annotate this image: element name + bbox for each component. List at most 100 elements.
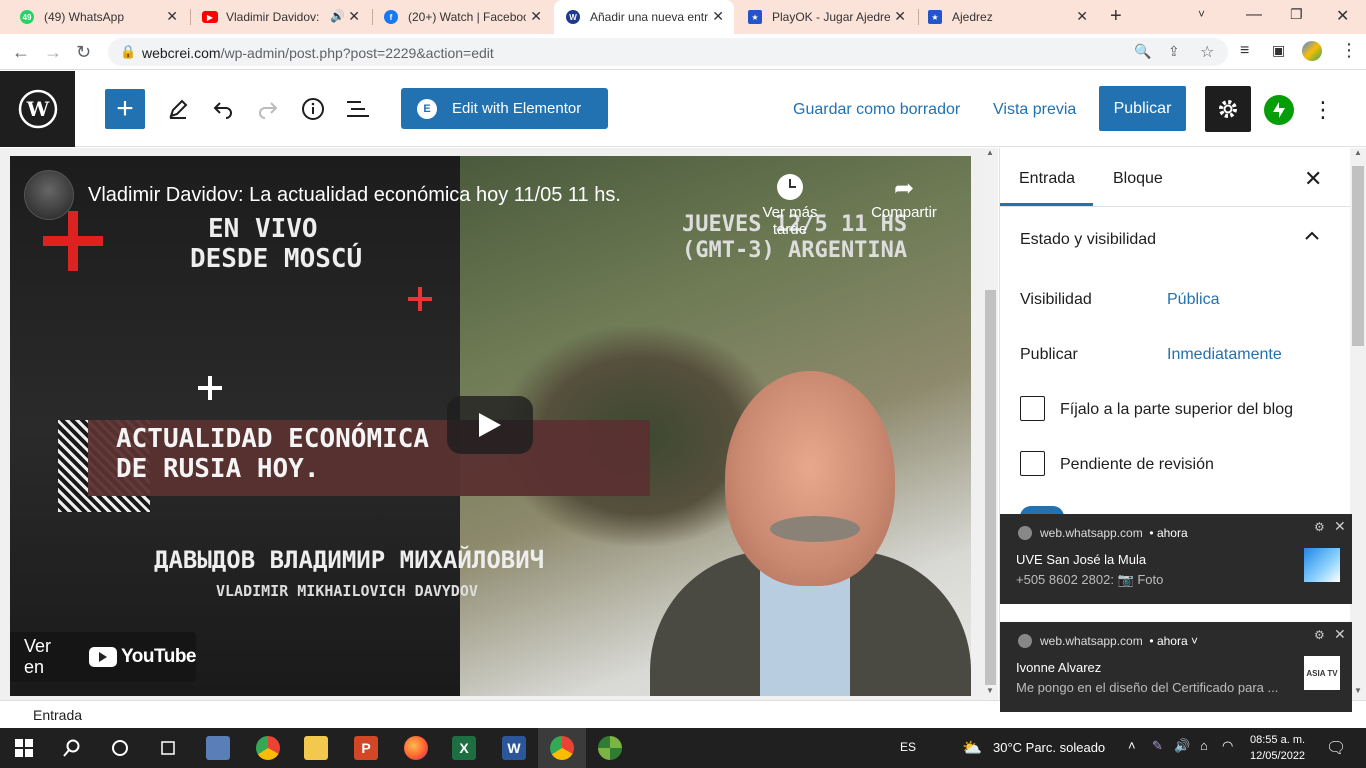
info-icon[interactable] bbox=[299, 95, 327, 123]
tab-facebook[interactable]: f (20+) Watch | Facebook ✕ bbox=[372, 0, 552, 34]
action-center-icon[interactable]: 🗨 bbox=[1326, 738, 1346, 758]
canvas-scrollbar-thumb[interactable] bbox=[985, 290, 996, 685]
browser-menu-icon[interactable]: ⋮ bbox=[1340, 40, 1358, 61]
close-sidebar-icon[interactable]: ✕ bbox=[1304, 166, 1322, 192]
chevron-up-icon[interactable] bbox=[1304, 228, 1320, 246]
redo-icon[interactable] bbox=[254, 95, 282, 123]
sticky-checkbox[interactable] bbox=[1020, 396, 1045, 421]
tab-block[interactable]: Bloque bbox=[1113, 170, 1163, 188]
close-icon[interactable]: ✕ bbox=[348, 8, 360, 25]
sidebar-scrollbar[interactable]: ▲ ▼ bbox=[1350, 148, 1366, 700]
close-icon[interactable]: ✕ bbox=[1076, 8, 1088, 25]
edit-with-elementor-button[interactable]: E Edit with Elementor bbox=[401, 88, 608, 129]
powerpoint-icon[interactable]: P bbox=[354, 736, 378, 760]
close-icon[interactable]: ✕ bbox=[1334, 518, 1346, 535]
pending-review-checkbox[interactable] bbox=[1020, 451, 1045, 476]
tab-wordpress-new-post[interactable]: W Añadir una nueva entrada ✕ bbox=[554, 0, 734, 34]
gear-icon[interactable]: ⚙ bbox=[1314, 520, 1325, 534]
chrome-profile-icon[interactable] bbox=[550, 736, 574, 760]
tab-whatsapp[interactable]: 49 (49) WhatsApp ✕ bbox=[0, 0, 188, 34]
window-close-button[interactable]: ✕ bbox=[1336, 6, 1349, 26]
new-tab-button[interactable]: + bbox=[1110, 5, 1122, 28]
close-icon[interactable]: ✕ bbox=[1334, 626, 1346, 643]
network-icon[interactable]: ⌂ bbox=[1200, 738, 1208, 753]
tab-youtube[interactable]: ▶ Vladimir Davidov: 🔊 ✕ bbox=[190, 0, 370, 34]
weather-icon[interactable]: ⛅ bbox=[962, 738, 982, 758]
weather-text[interactable]: 30°C Parc. soleado bbox=[993, 740, 1105, 755]
play-button[interactable] bbox=[447, 396, 533, 454]
volume-icon[interactable]: 🔊 bbox=[1174, 738, 1190, 754]
firefox-icon[interactable] bbox=[404, 736, 428, 760]
canvas-scrollbar[interactable]: ▲ ▼ bbox=[983, 148, 998, 700]
lock-icon[interactable]: 🔒 bbox=[120, 44, 136, 60]
preview-button[interactable]: Vista previa bbox=[993, 101, 1076, 119]
notification-toast[interactable]: web.whatsapp.com • ahora ˅ ⚙ ✕ Ivonne Al… bbox=[1000, 622, 1352, 712]
excel-icon[interactable]: X bbox=[452, 736, 476, 760]
list-view-icon[interactable] bbox=[344, 95, 372, 123]
bookmark-star-icon[interactable]: ☆ bbox=[1200, 42, 1214, 62]
clock[interactable]: 08:55 a. m. 12/05/2022 bbox=[1250, 732, 1305, 764]
tab-post[interactable]: Entrada bbox=[1019, 170, 1075, 188]
file-explorer-icon[interactable] bbox=[304, 736, 328, 760]
tab-playok[interactable]: ★ PlayOK - Jugar Ajedrez ✕ bbox=[736, 0, 916, 34]
wordpress-logo-icon[interactable]: W bbox=[0, 71, 75, 147]
video-title[interactable]: Vladimir Davidov: La actualidad económic… bbox=[88, 184, 621, 207]
media-control-icon[interactable]: ≡ bbox=[1240, 42, 1249, 60]
tab-search-icon[interactable]: ˅ bbox=[1198, 7, 1205, 21]
close-icon[interactable]: ✕ bbox=[166, 8, 178, 25]
search-icon[interactable] bbox=[60, 736, 84, 760]
close-icon[interactable]: ✕ bbox=[530, 8, 542, 25]
wordpress-icon: W bbox=[566, 10, 580, 24]
omnibox[interactable]: 🔒 webcrei.com/wp-admin/post.php?post=222… bbox=[108, 38, 1228, 66]
status-visibility-panel-title[interactable]: Estado y visibilidad bbox=[1020, 231, 1156, 249]
edit-pencil-icon[interactable] bbox=[164, 95, 192, 123]
wifi-icon[interactable]: ◠ bbox=[1222, 738, 1233, 754]
jetpack-icon[interactable] bbox=[1264, 95, 1294, 125]
language-indicator[interactable]: ES bbox=[900, 740, 916, 754]
publish-date-link[interactable]: Inmediatamente bbox=[1167, 346, 1282, 364]
cortana-icon[interactable] bbox=[108, 736, 132, 760]
pen-icon[interactable]: ✎ bbox=[1152, 738, 1163, 754]
youtube-embed[interactable]: EN VIVO DESDE MOSCÚ JUEVES 12/5 11 HS (G… bbox=[10, 156, 971, 696]
chrome-icon[interactable] bbox=[256, 736, 280, 760]
notification-toast[interactable]: web.whatsapp.com • ahora ⚙ ✕ UVE San Jos… bbox=[1000, 514, 1352, 604]
forward-arrow-icon[interactable]: → bbox=[44, 42, 62, 62]
share-icon[interactable]: ⇪ bbox=[1168, 43, 1180, 60]
control-panel-icon[interactable] bbox=[206, 736, 230, 760]
close-icon[interactable]: ✕ bbox=[712, 8, 724, 25]
breadcrumb-post[interactable]: Entrada bbox=[33, 707, 82, 723]
channel-avatar[interactable] bbox=[24, 170, 74, 220]
close-icon[interactable]: ✕ bbox=[894, 8, 906, 25]
side-panel-icon[interactable]: ▣ bbox=[1272, 42, 1285, 59]
windows-taskbar: P X W ES ⛅ 30°C Parc. soleado ˄ ✎ 🔊 ⌂ ◠ … bbox=[0, 728, 1366, 768]
save-draft-button[interactable]: Guardar como borrador bbox=[793, 101, 960, 119]
chrome-icon bbox=[1018, 526, 1032, 540]
gear-icon[interactable]: ⚙ bbox=[1314, 628, 1325, 642]
notification-body: Me pongo en el diseño del Certificado pa… bbox=[1016, 680, 1279, 695]
speaker-icon[interactable]: 🔊 bbox=[330, 9, 345, 23]
share-video-button[interactable]: ➦ Compartir bbox=[864, 174, 944, 221]
sidebar-scrollbar-thumb[interactable] bbox=[1352, 166, 1364, 346]
app-icon[interactable] bbox=[598, 736, 622, 760]
back-arrow-icon[interactable]: ← bbox=[12, 42, 30, 62]
settings-gear-icon[interactable] bbox=[1205, 86, 1251, 132]
task-view-icon[interactable] bbox=[156, 736, 180, 760]
publish-button[interactable]: Publicar bbox=[1099, 86, 1186, 131]
tab-label: Añadir una nueva entrada bbox=[590, 10, 708, 24]
minimize-button[interactable]: — bbox=[1246, 6, 1262, 24]
youtube-icon bbox=[89, 647, 118, 667]
profile-avatar[interactable] bbox=[1302, 41, 1322, 61]
add-block-button[interactable]: + bbox=[105, 89, 145, 129]
chevron-up-icon[interactable]: ˄ bbox=[1128, 738, 1136, 753]
undo-icon[interactable] bbox=[209, 95, 237, 123]
zoom-icon[interactable]: 🔍 bbox=[1134, 43, 1151, 60]
reload-icon[interactable]: ↻ bbox=[76, 42, 91, 62]
more-options-icon[interactable]: ⋮ bbox=[1312, 95, 1334, 125]
tab-ajedrez[interactable]: ★ Ajedrez ✕ bbox=[918, 0, 1098, 34]
word-icon[interactable]: W bbox=[502, 736, 526, 760]
maximize-button[interactable]: ❐ bbox=[1290, 6, 1303, 23]
watch-later-button[interactable]: Ver más tarde bbox=[750, 174, 830, 238]
visibility-value-link[interactable]: Pública bbox=[1167, 291, 1219, 309]
watch-on-youtube-button[interactable]: Ver en YouTube bbox=[10, 632, 196, 682]
windows-start-icon[interactable] bbox=[12, 736, 36, 760]
